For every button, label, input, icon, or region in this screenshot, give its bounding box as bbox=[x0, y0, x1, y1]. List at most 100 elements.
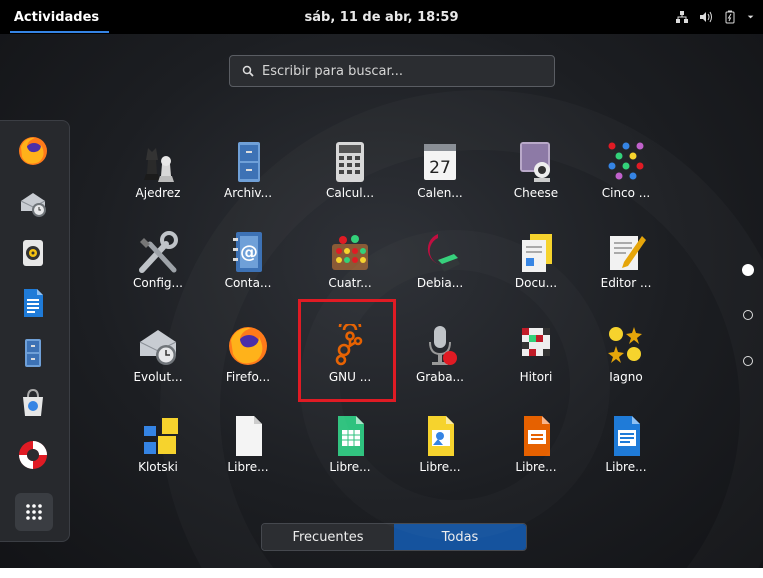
show-applications-button[interactable] bbox=[15, 493, 53, 531]
chess-icon bbox=[144, 148, 174, 182]
app-libreoffice-draw[interactable]: Libre... bbox=[398, 414, 478, 494]
app-label: Libre... bbox=[515, 460, 557, 474]
file-cabinet-icon bbox=[238, 142, 260, 182]
app-settings[interactable]: Config... bbox=[116, 230, 196, 310]
colored-balls-icon bbox=[608, 142, 644, 180]
battery-icon bbox=[725, 10, 735, 24]
app-label: Archiv... bbox=[223, 186, 273, 200]
evolution-icon bbox=[139, 330, 177, 365]
calendar-icon: 27 bbox=[424, 144, 456, 180]
app-label: Conta... bbox=[224, 276, 272, 290]
app-label: Libre... bbox=[329, 460, 371, 474]
app-documents[interactable]: Docu... bbox=[494, 230, 574, 310]
app-label: Cheese bbox=[513, 186, 559, 200]
app-five-or-more[interactable]: Cinco ... bbox=[584, 140, 664, 220]
page-dot[interactable] bbox=[743, 310, 753, 320]
clock-container: sáb, 11 de abr, 18:59 bbox=[0, 0, 763, 34]
page-dot[interactable] bbox=[743, 356, 753, 366]
libreoffice-draw-icon bbox=[428, 416, 454, 456]
highlight-box bbox=[298, 299, 396, 402]
app-libreoffice[interactable]: Libre... bbox=[206, 414, 286, 494]
tab-frequent[interactable]: Frecuentes bbox=[262, 524, 394, 550]
app-label: Libre... bbox=[605, 460, 647, 474]
app-calendar[interactable]: 27 Calen... bbox=[398, 140, 478, 220]
app-libreoffice-writer[interactable]: Libre... bbox=[584, 414, 664, 494]
app-evolution[interactable]: Evolut... bbox=[116, 324, 196, 404]
dash bbox=[0, 120, 70, 542]
svg-text:@: @ bbox=[240, 242, 258, 263]
top-bar: Actividades sáb, 11 de abr, 18:59 bbox=[0, 0, 763, 34]
grid-icon bbox=[26, 504, 42, 520]
app-label: Libre... bbox=[227, 460, 269, 474]
libreoffice-icon bbox=[236, 416, 262, 456]
libreoffice-writer-icon bbox=[614, 416, 640, 456]
libreoffice-calc-icon bbox=[338, 416, 364, 456]
app-label: Ajedrez bbox=[135, 186, 181, 200]
software-icon[interactable] bbox=[17, 387, 49, 419]
app-label: Firefo... bbox=[225, 370, 271, 384]
tab-all[interactable]: Todas bbox=[394, 524, 526, 550]
volume-icon bbox=[700, 11, 712, 23]
klotski-icon bbox=[144, 418, 178, 454]
app-label: Iagno bbox=[609, 370, 643, 384]
app-sound-recorder[interactable]: Graba... bbox=[398, 324, 478, 404]
debian-icon bbox=[427, 234, 460, 272]
clock[interactable]: sáb, 11 de abr, 18:59 bbox=[305, 10, 459, 25]
app-label: Editor ... bbox=[600, 276, 652, 290]
system-menu[interactable] bbox=[675, 0, 757, 34]
app-text-editor[interactable]: Editor ... bbox=[584, 230, 664, 310]
app-iagno[interactable]: Iagno bbox=[584, 324, 664, 404]
documents-icon bbox=[522, 234, 552, 272]
app-hitori[interactable]: Hitori bbox=[494, 324, 574, 404]
writer-icon[interactable] bbox=[17, 287, 49, 319]
app-chess[interactable]: Ajedrez bbox=[116, 140, 196, 220]
files-icon[interactable] bbox=[17, 337, 49, 369]
evolution-icon[interactable] bbox=[17, 187, 49, 219]
app-label: Cuatr... bbox=[328, 276, 372, 290]
app-libreoffice-calc[interactable]: Libre... bbox=[308, 414, 388, 494]
app-contacts[interactable]: @ Conta... bbox=[206, 230, 286, 310]
firefox-icon[interactable] bbox=[17, 135, 49, 167]
app-klotski[interactable]: Klotski bbox=[116, 414, 196, 494]
firefox-icon bbox=[229, 327, 267, 365]
rhythmbox-icon[interactable] bbox=[17, 237, 49, 269]
app-four-in-a-row[interactable]: Cuatr... bbox=[308, 230, 388, 310]
search-input[interactable]: Escribir para buscar... bbox=[229, 55, 555, 87]
app-firefox[interactable]: Firefo... bbox=[206, 324, 286, 404]
app-label: Hitori bbox=[519, 370, 553, 384]
app-files[interactable]: Archiv... bbox=[206, 140, 286, 220]
search-icon bbox=[242, 65, 254, 77]
app-label: Config... bbox=[133, 276, 183, 290]
activities-button[interactable]: Actividades bbox=[0, 0, 113, 34]
microphone-icon bbox=[429, 326, 457, 365]
calculator-icon bbox=[336, 142, 364, 182]
network-icon bbox=[676, 11, 688, 23]
bottom-border bbox=[0, 568, 763, 578]
app-label: Graba... bbox=[416, 370, 464, 384]
chevron-down-icon bbox=[747, 15, 754, 19]
hitori-grid-icon bbox=[522, 328, 550, 356]
iagno-icon bbox=[608, 327, 642, 363]
search-placeholder: Escribir para buscar... bbox=[262, 63, 404, 79]
game-board-icon bbox=[332, 235, 368, 270]
page-dot-active[interactable] bbox=[742, 264, 754, 276]
app-label: Debia... bbox=[416, 276, 464, 290]
libreoffice-impress-icon bbox=[524, 416, 550, 456]
app-cheese[interactable]: Cheese bbox=[494, 140, 574, 220]
app-libreoffice-impress[interactable]: Libre... bbox=[494, 414, 574, 494]
help-icon[interactable] bbox=[17, 439, 49, 471]
app-label: Klotski bbox=[138, 460, 178, 474]
app-label: Docu... bbox=[514, 276, 558, 290]
app-label: Calen... bbox=[417, 186, 463, 200]
app-calculator[interactable]: Calcul... bbox=[308, 140, 388, 220]
webcam-icon bbox=[520, 142, 550, 182]
activities-overview: Actividades sáb, 11 de abr, 18:59 Escrib… bbox=[0, 0, 763, 578]
app-label: Libre... bbox=[419, 460, 461, 474]
calendar-day: 27 bbox=[429, 158, 451, 178]
tools-icon bbox=[139, 231, 178, 273]
text-editor-icon bbox=[610, 236, 646, 270]
app-label: Evolut... bbox=[133, 370, 183, 384]
address-book-icon: @ bbox=[233, 232, 262, 272]
app-debian[interactable]: Debia... bbox=[398, 230, 478, 310]
view-toggle: Frecuentes Todas bbox=[261, 523, 527, 551]
